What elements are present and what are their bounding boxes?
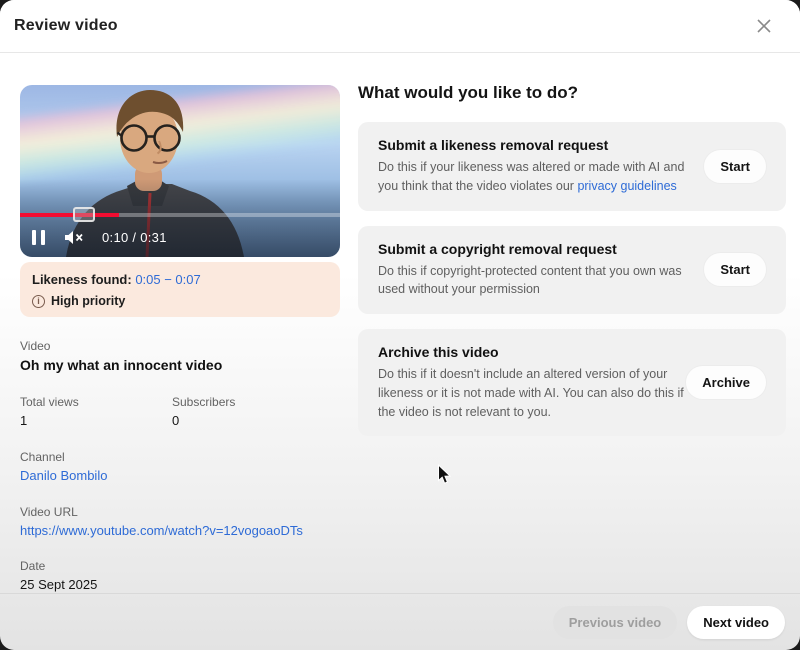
review-video-dialog: Review video <box>0 0 800 650</box>
copyright-removal-card: Submit a copyright removal request Do th… <box>358 226 786 315</box>
channel-link[interactable]: Danilo Bombilo <box>20 468 107 483</box>
card-description-text: Do this if copyright-protected content t… <box>378 264 682 297</box>
video-title: Oh my what an innocent video <box>20 357 340 373</box>
actions-heading: What would you like to do? <box>358 83 786 103</box>
likeness-start-button[interactable]: Start <box>704 150 766 183</box>
muted-speaker-icon <box>63 229 84 246</box>
info-icon: i <box>32 295 45 308</box>
subscribers-label: Subscribers <box>172 395 324 409</box>
subscribers-value: 0 <box>172 413 324 428</box>
likeness-banner: Likeness found: 0:05 − 0:07 i High prior… <box>20 262 340 317</box>
privacy-guidelines-link[interactable]: privacy guidelines <box>577 179 676 193</box>
actions-column: What would you like to do? Submit a like… <box>358 83 786 451</box>
card-description: Do this if copyright-protected content t… <box>378 262 690 300</box>
mouse-cursor <box>437 464 452 485</box>
video-player[interactable]: 0:10 / 0:31 <box>20 85 340 257</box>
pause-button[interactable] <box>32 230 45 245</box>
card-title: Archive this video <box>378 344 686 360</box>
dialog-header: Review video <box>0 0 800 53</box>
video-label: Video <box>20 339 340 353</box>
channel-label: Channel <box>20 450 340 464</box>
previous-video-button[interactable]: Previous video <box>553 606 677 639</box>
time-display: 0:10 / 0:31 <box>102 230 167 245</box>
pause-icon <box>32 230 45 245</box>
video-url-link[interactable]: https://www.youtube.com/watch?v=12vogoao… <box>20 523 303 538</box>
likeness-segment-marker[interactable] <box>73 207 95 222</box>
date-label: Date <box>20 559 340 573</box>
video-url-label: Video URL <box>20 505 340 519</box>
card-description-text: Do this if it doesn't include an altered… <box>378 367 684 419</box>
likeness-time-range-link[interactable]: 0:05 − 0:07 <box>135 272 200 287</box>
priority-badge: High priority <box>51 294 125 308</box>
dialog-title: Review video <box>14 17 118 35</box>
card-description: Do this if your likeness was altered or … <box>378 158 690 196</box>
card-description: Do this if it doesn't include an altered… <box>378 365 686 421</box>
card-title: Submit a likeness removal request <box>378 137 690 153</box>
close-icon <box>756 18 772 34</box>
stats-row: Total views 1 Subscribers 0 <box>20 395 340 428</box>
next-video-button[interactable]: Next video <box>687 606 785 639</box>
card-title: Submit a copyright removal request <box>378 241 690 257</box>
likeness-removal-card: Submit a likeness removal request Do thi… <box>358 122 786 211</box>
date-value: 25 Sept 2025 <box>20 577 340 592</box>
mute-button[interactable] <box>63 229 84 246</box>
total-views-label: Total views <box>20 395 172 409</box>
player-controls: 0:10 / 0:31 <box>20 222 340 252</box>
total-views-value: 1 <box>20 413 172 428</box>
dialog-footer: Previous video Next video <box>0 593 800 650</box>
likeness-found-label: Likeness found: <box>32 272 132 287</box>
archive-video-card: Archive this video Do this if it doesn't… <box>358 329 786 436</box>
copyright-start-button[interactable]: Start <box>704 253 766 286</box>
close-button[interactable] <box>752 14 776 38</box>
video-details-column: 0:10 / 0:31 Likeness found <box>20 85 340 592</box>
progress-bar[interactable] <box>20 213 340 217</box>
progress-fill <box>20 213 119 217</box>
archive-button[interactable]: Archive <box>686 366 766 399</box>
